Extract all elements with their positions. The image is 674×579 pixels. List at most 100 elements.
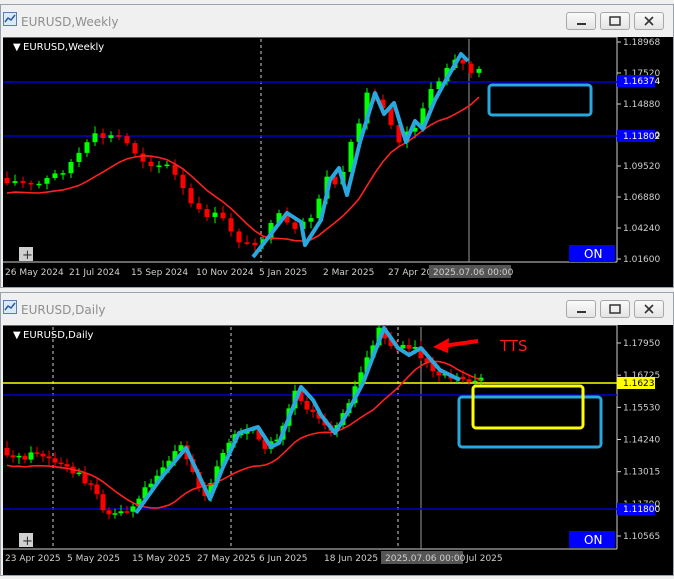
weekly-plus-label: +: [22, 248, 33, 263]
weekly-chart-canvas[interactable]: ▼ EURUSD,Weekly 1.189681.175201.148801.1…: [3, 36, 673, 287]
close-button[interactable]: [634, 300, 664, 318]
weekly-date-label: 27 Apr 20: [388, 268, 432, 278]
daily-price-label: 1.17950: [623, 339, 660, 349]
weekly-titlebar[interactable]: EURUSD,Weekly: [1, 5, 673, 37]
daily-candle: [88, 483, 94, 485]
weekly-price-label: 1.14880: [623, 100, 660, 110]
daily-chart-window: EURUSD,Daily TTS ▼ EURUSD,Daily 1.17950 …: [0, 292, 674, 576]
weekly-candle: [292, 222, 298, 229]
weekly-candle: [476, 68, 482, 73]
weekly-candle: [212, 212, 218, 217]
weekly-candle: [180, 174, 186, 189]
weekly-candle: [140, 153, 146, 162]
weekly-candle: [244, 242, 250, 244]
weekly-candle: [236, 231, 242, 243]
weekly-candle: [468, 63, 474, 73]
weekly-price-label: 1.01600: [623, 255, 660, 265]
daily-window-title: EURUSD,Daily: [21, 303, 106, 317]
tts-annotation: TTS: [499, 337, 528, 355]
minimize-icon: [577, 23, 586, 25]
weekly-candle: [172, 164, 178, 175]
weekly-candle: [156, 165, 162, 168]
weekly-candle: [108, 135, 114, 139]
daily-candle: [118, 511, 124, 514]
weekly-candle: [44, 178, 50, 184]
weekly-candle: [148, 161, 154, 167]
daily-date-label: 5 May 2025: [67, 554, 120, 564]
daily-candle: [10, 455, 16, 458]
close-button[interactable]: [634, 12, 664, 30]
weekly-candle: [124, 136, 130, 144]
daily-candle: [472, 380, 478, 383]
daily-titlebar[interactable]: EURUSD,Daily: [1, 293, 673, 325]
weekly-candle: [28, 182, 34, 185]
weekly-window-title: EURUSD,Weekly: [21, 15, 119, 29]
weekly-price-label: 1.06880: [623, 193, 660, 203]
weekly-date-label: 10 Nov 2024: [196, 268, 254, 278]
daily-candle: [304, 400, 310, 410]
weekly-candle: [252, 242, 258, 246]
weekly-zone-box: [487, 83, 593, 117]
daily-on-label: ON: [584, 533, 602, 547]
maximize-button[interactable]: [600, 12, 630, 30]
weekly-price-label: 1.18968: [623, 38, 660, 48]
daily-candle: [16, 455, 22, 458]
weekly-candle: [228, 218, 234, 232]
daily-candle: [460, 376, 466, 380]
daily-candle: [22, 455, 28, 460]
daily-candle: [94, 484, 100, 495]
weekly-candle: [68, 161, 74, 174]
daily-chart-area[interactable]: TTS ▼ EURUSD,Daily 1.17950 1.16725 1.15530…: [3, 324, 673, 575]
daily-candle: [130, 506, 136, 512]
daily-price-tag-2: 1.11800: [623, 505, 660, 515]
daily-candle: [52, 458, 58, 463]
weekly-chart-area[interactable]: ▼ EURUSD,Weekly 1.189681.175201.148801.1…: [3, 36, 673, 287]
weekly-date-label: 5 Jan 2025: [259, 268, 307, 278]
weekly-price-label: 1.04240: [623, 224, 660, 234]
daily-price-label: 1.13015: [623, 468, 660, 478]
close-icon: [644, 304, 654, 314]
daily-yellow-zone-box: [471, 384, 585, 430]
daily-date-label: 6 Jun 2025: [259, 554, 307, 564]
daily-candle: [64, 464, 70, 467]
minimize-button[interactable]: [566, 12, 596, 30]
chart-app-icon: [3, 12, 17, 26]
weekly-candle: [20, 181, 26, 183]
weekly-candle: [92, 133, 98, 143]
maximize-icon: [609, 16, 621, 26]
weekly-chart-window: EURUSD,Weekly ▼ EURUSD,Weekly 1.18968 1.…: [0, 4, 674, 288]
weekly-date-label: 15 Sep 2024: [131, 268, 188, 278]
daily-candle: [124, 511, 130, 513]
daily-plus-label: +: [22, 534, 33, 549]
daily-candle: [40, 453, 46, 457]
weekly-candle: [116, 135, 122, 137]
daily-current-price: 1.16233: [623, 379, 660, 389]
daily-crosshair-date: 2025.07.06 00:00: [385, 554, 466, 564]
weekly-crosshair-date: 2025.07.06 00:00: [433, 268, 514, 278]
daily-candle: [34, 452, 40, 454]
daily-date-label: 27 May 2025: [197, 554, 256, 564]
daily-chart-label: EURUSD,Daily: [23, 330, 94, 341]
chart-app-icon: [3, 300, 17, 314]
weekly-candle: [204, 209, 210, 217]
maximize-icon: [609, 304, 621, 314]
weekly-candle: [52, 173, 58, 179]
daily-chart-canvas[interactable]: TTS ▼ EURUSD,Daily 1.179501.167251.15530…: [3, 324, 673, 575]
weekly-date-label: 2 Mar 2025: [323, 268, 374, 278]
daily-candle: [106, 510, 112, 515]
daily-candle: [406, 344, 412, 349]
daily-candle: [310, 409, 316, 412]
daily-chart-label-arrow: ▼: [13, 330, 21, 341]
weekly-price-tag-2: 1.11802: [623, 132, 660, 142]
weekly-chart-label-arrow: ▼: [13, 42, 21, 53]
weekly-candle: [132, 143, 138, 154]
weekly-chart-label: EURUSD,Weekly: [23, 42, 104, 53]
daily-candle: [28, 452, 34, 460]
daily-price-label: 1.14240: [623, 436, 660, 446]
daily-zigzag-line: [134, 326, 461, 515]
maximize-button[interactable]: [600, 300, 630, 318]
daily-candle: [466, 379, 472, 383]
daily-candle: [112, 513, 118, 515]
minimize-button[interactable]: [566, 300, 596, 318]
daily-candle: [46, 456, 52, 459]
